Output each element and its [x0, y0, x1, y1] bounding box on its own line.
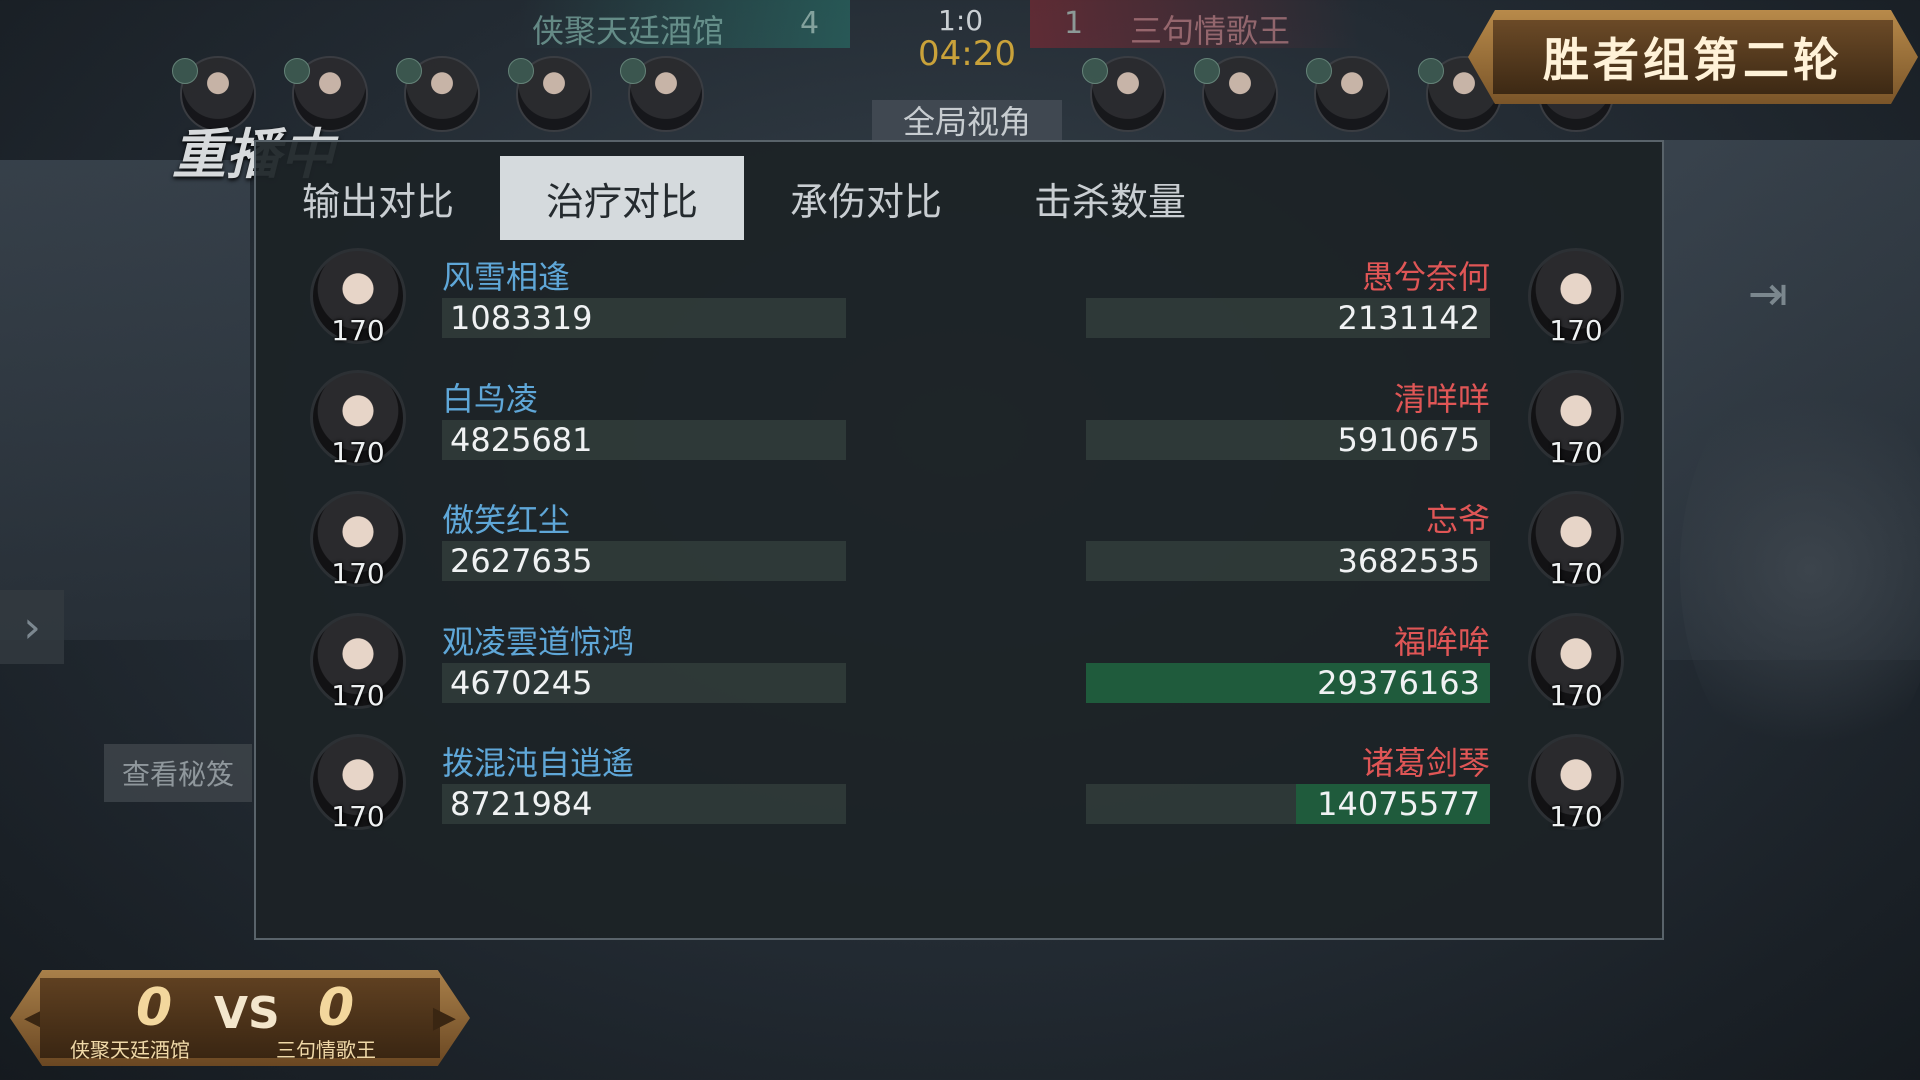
mini-avatar — [1194, 56, 1278, 132]
stat-value: 2131142 — [1337, 299, 1480, 337]
global-view-button[interactable]: 全局视角 — [872, 100, 1062, 144]
player-level: 170 — [1549, 314, 1603, 347]
series-score-banner: ◀ 0 VS 0 侠聚天廷酒馆 三句情歌王 ▶ — [10, 970, 470, 1066]
stat-bar: 2627635 — [442, 541, 846, 581]
view-secret-button[interactable]: 查看秘笈 — [104, 744, 252, 802]
player-name: 傲笑红尘 — [442, 501, 571, 539]
player-name: 清咩咩 — [1393, 379, 1490, 418]
round-title: 胜者组第二轮 — [1543, 33, 1843, 87]
match-timer: 04:20 — [918, 34, 1016, 74]
stat-bar: 4825681 — [442, 419, 846, 460]
player-row: 170 傲笑红尘 2627635 3682535 忘爷 170 — [256, 485, 1662, 607]
player-level: 170 — [331, 314, 385, 347]
round-title-banner: 胜者组第二轮 — [1468, 10, 1918, 104]
player-row: 170 风雪相逢 1083319 2131142 愚兮奈何 170 — [256, 242, 1662, 364]
left-team-banner: 侠聚天廷酒馆 4 — [520, 0, 850, 50]
player-row: 170 白鸟凌 4825681 5910675 清咩咩 170 — [256, 364, 1662, 486]
player-name: 观凌雲道惊鸿 — [442, 622, 635, 661]
player-name: 忘爷 — [1425, 501, 1490, 539]
player-name: 拨混沌自逍遙 — [442, 744, 635, 782]
player-name: 白鸟凌 — [442, 379, 539, 418]
mini-avatar — [1306, 56, 1390, 132]
stat-bar: 2131142 — [1086, 298, 1490, 338]
stat-value: 14075577 — [1317, 785, 1480, 823]
player-level: 170 — [1549, 678, 1603, 712]
player-level: 170 — [331, 557, 385, 590]
stat-value: 4825681 — [450, 420, 593, 459]
left-team-name: 侠聚天廷酒馆 — [532, 12, 725, 50]
player-level: 170 — [1549, 557, 1603, 590]
expand-arrow-icon[interactable]: › — [0, 590, 64, 664]
stat-bar: 5910675 — [1086, 419, 1490, 460]
right-team-banner: 1 三句情歌王 — [1030, 0, 1360, 50]
player-level: 170 — [331, 678, 385, 712]
mini-avatar — [508, 56, 592, 132]
vs-label: VS — [214, 988, 280, 1039]
stat-bar: 4670245 — [442, 662, 846, 703]
player-name: 诸葛剑琴 — [1361, 744, 1490, 782]
stat-value: 5910675 — [1337, 420, 1480, 459]
stat-value: 1083319 — [450, 299, 593, 337]
mini-avatar — [1082, 56, 1166, 132]
player-level: 170 — [331, 435, 385, 469]
tab-kills[interactable]: 击杀数量 — [988, 156, 1232, 240]
tab-damage[interactable]: 输出对比 — [256, 156, 500, 240]
player-row: 170 观凌雲道惊鸿 4670245 29376163 福哞哞 170 — [256, 607, 1662, 729]
player-name: 风雪相逢 — [442, 258, 571, 296]
tab-healing[interactable]: 治疗对比 — [500, 156, 744, 240]
mini-avatar — [396, 56, 480, 132]
left-series-team: 侠聚天廷酒馆 — [70, 1038, 190, 1062]
stat-value: 4670245 — [450, 663, 593, 702]
right-team-name: 三句情歌王 — [1130, 12, 1291, 50]
stats-panel: 输出对比 治疗对比 承伤对比 击杀数量 170 风雪相逢 1083319 213… — [254, 140, 1664, 940]
stat-bar: 14075577 — [1086, 784, 1490, 824]
player-name: 福哞哞 — [1393, 622, 1490, 661]
tab-damage-taken[interactable]: 承伤对比 — [744, 156, 988, 240]
scoreboard: 侠聚天廷酒馆 4 1:0 04:20 全局视角 1 三句情歌王 — [520, 0, 1470, 144]
stat-value: 29376163 — [1317, 663, 1480, 702]
left-series-score: 0 — [136, 978, 173, 1038]
right-series-score: 0 — [318, 978, 355, 1038]
background-tree — [1680, 360, 1920, 780]
player-level: 170 — [1549, 435, 1603, 469]
left-team-score: 4 — [800, 6, 820, 41]
stats-tabs: 输出对比 治疗对比 承伤对比 击杀数量 — [256, 142, 1232, 242]
right-team-score: 1 — [1064, 6, 1084, 41]
stat-value: 2627635 — [450, 542, 593, 580]
stat-value: 8721984 — [450, 785, 593, 823]
player-level: 170 — [331, 800, 385, 833]
stat-value: 3682535 — [1337, 542, 1480, 580]
banner-right-arrow-icon: ▶ — [432, 1000, 456, 1035]
player-row: 170 拨混沌自逍遙 8721984 14075577 诸葛剑琴 170 — [256, 728, 1662, 850]
mini-avatar — [620, 56, 704, 132]
right-series-team: 三句情歌王 — [276, 1038, 376, 1062]
exit-icon[interactable]: ⇥ — [1736, 262, 1800, 326]
player-name: 愚兮奈何 — [1361, 258, 1490, 296]
background-roof — [0, 160, 250, 640]
player-level: 170 — [1549, 800, 1603, 833]
player-rows: 170 风雪相逢 1083319 2131142 愚兮奈何 170 170 白鸟… — [256, 242, 1662, 850]
stat-bar: 1083319 — [442, 298, 846, 338]
series-score-inner: 0 VS 0 侠聚天廷酒馆 三句情歌王 — [40, 978, 440, 1062]
stat-bar: 3682535 — [1086, 541, 1490, 581]
match-score: 1:0 — [938, 4, 984, 37]
stat-bar: 8721984 — [442, 784, 846, 824]
stat-bar: 29376163 — [1086, 662, 1490, 703]
